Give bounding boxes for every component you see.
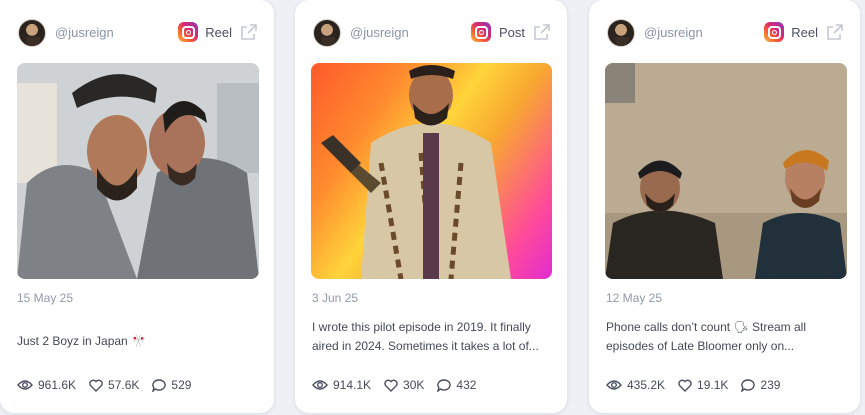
post-card[interactable]: @jusreign Reel 15 May 25 Just 2 Boyz in … bbox=[0, 0, 274, 413]
likes-stat: 30K bbox=[384, 378, 424, 392]
views-count: 961.6K bbox=[38, 378, 77, 392]
heart-icon bbox=[678, 379, 692, 392]
account-handle[interactable]: @jusreign bbox=[644, 25, 703, 40]
views-stat: 961.6K bbox=[17, 378, 76, 392]
post-date: 15 May 25 bbox=[17, 291, 74, 305]
instagram-icon bbox=[178, 22, 198, 42]
engagement-stats: 914.1K 30K 432 bbox=[312, 378, 489, 392]
comments-stat: 432 bbox=[437, 378, 476, 392]
heart-icon bbox=[89, 379, 103, 392]
avatar bbox=[18, 19, 46, 47]
comment-icon bbox=[152, 378, 167, 392]
post-caption: I wrote this pilot episode in 2019. It f… bbox=[312, 320, 539, 353]
eye-icon bbox=[312, 380, 328, 390]
thumbnail-image bbox=[605, 63, 847, 279]
engagement-stats: 435.2K 19.1K 239 bbox=[606, 378, 793, 392]
eye-icon bbox=[606, 380, 622, 390]
instagram-icon bbox=[471, 22, 491, 42]
post-thumbnail[interactable] bbox=[605, 63, 847, 279]
views-count: 435.2K bbox=[627, 378, 666, 392]
post-thumbnail[interactable] bbox=[311, 63, 552, 279]
likes-stat: 57.6K bbox=[89, 378, 139, 392]
thumbnail-image bbox=[321, 65, 511, 279]
comments-stat: 239 bbox=[741, 378, 780, 392]
heart-icon bbox=[384, 379, 398, 392]
engagement-stats: 961.6K 57.6K 529 bbox=[17, 378, 204, 392]
avatar bbox=[313, 19, 341, 47]
account-handle[interactable]: @jusreign bbox=[55, 25, 114, 40]
post-date: 3 Jun 25 bbox=[312, 291, 359, 305]
post-date: 12 May 25 bbox=[606, 291, 663, 305]
post-card[interactable]: @jusreign Post 3 Jun 25 I wrote this pil… bbox=[295, 0, 567, 413]
comments-stat: 529 bbox=[152, 378, 191, 392]
views-stat: 914.1K bbox=[312, 378, 371, 392]
views-count: 914.1K bbox=[333, 378, 372, 392]
account-handle[interactable]: @jusreign bbox=[350, 25, 409, 40]
external-link-icon[interactable] bbox=[240, 23, 258, 41]
eye-icon bbox=[17, 380, 33, 390]
card-header: @jusreign Post bbox=[312, 18, 551, 48]
comment-icon bbox=[437, 378, 452, 392]
external-link-icon[interactable] bbox=[533, 23, 551, 41]
post-caption: Just 2 Boyz in Japan 🎌 bbox=[17, 334, 147, 348]
external-link-icon[interactable] bbox=[826, 23, 844, 41]
avatar bbox=[607, 19, 635, 47]
comments-count: 239 bbox=[760, 378, 781, 392]
likes-count: 19.1K bbox=[697, 378, 729, 392]
post-type-label: Reel bbox=[791, 25, 818, 40]
post-type-label: Reel bbox=[205, 25, 232, 40]
post-caption: Phone calls don’t count 🗣 Stream all epi… bbox=[606, 320, 807, 353]
likes-stat: 19.1K bbox=[678, 378, 728, 392]
post-thumbnail[interactable] bbox=[17, 63, 259, 279]
instagram-icon bbox=[764, 22, 784, 42]
card-header: @jusreign Reel bbox=[606, 18, 844, 48]
likes-count: 57.6K bbox=[108, 378, 140, 392]
likes-count: 30K bbox=[403, 378, 425, 392]
card-header: @jusreign Reel bbox=[17, 18, 258, 48]
views-stat: 435.2K bbox=[606, 378, 665, 392]
comments-count: 432 bbox=[456, 378, 477, 392]
post-card[interactable]: @jusreign Reel 12 May 25 Phone calls don… bbox=[589, 0, 860, 413]
post-type-label: Post bbox=[498, 25, 525, 40]
thumbnail-image bbox=[17, 63, 259, 279]
comment-icon bbox=[741, 378, 756, 392]
comments-count: 529 bbox=[171, 378, 192, 392]
